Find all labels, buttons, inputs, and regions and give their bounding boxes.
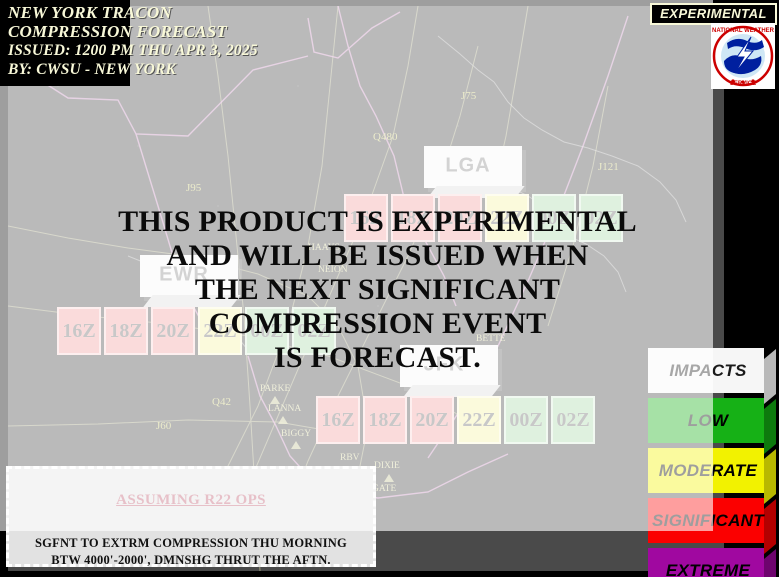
header-line-2: COMPRESSION FORECAST xyxy=(8,22,227,41)
time-cell-jfk-20z[interactable]: 20Z xyxy=(410,396,454,444)
map-label-lanna: LANNA xyxy=(268,404,302,414)
remarks-box: ASSUMING R22 OPS SGFNT TO EXTRM COMPRESS… xyxy=(6,466,376,567)
experimental-message: THIS PRODUCT IS EXPERIMENTAL AND WILL BE… xyxy=(0,205,755,375)
message-line-1: THIS PRODUCT IS EXPERIMENTAL xyxy=(118,205,637,238)
header-line-1: NEW YORK TRACON xyxy=(8,3,172,22)
nws-logo: NATIONAL WEATHER SERVICE xyxy=(711,23,775,89)
experimental-badge: EXPERIMENTAL xyxy=(650,3,777,25)
map-label-rbv: RBV xyxy=(340,453,360,463)
map-label-j75: J75 xyxy=(461,90,477,102)
time-cell-label: 16Z xyxy=(321,408,355,431)
map-label-q480: Q480 xyxy=(373,131,398,143)
header-title-block: NEW YORK TRACON COMPRESSION FORECAST ISS… xyxy=(8,3,258,79)
forecast-graphic: J75 Q480 J121 J95 HAAYS NEION BETTE Q42 … xyxy=(0,0,779,577)
message-line-4: COMPRESSION EVENT xyxy=(208,307,547,340)
legend-side xyxy=(764,448,776,505)
waypoint-triangle-icon xyxy=(291,441,301,449)
time-cell-jfk-22z[interactable]: 22Z xyxy=(457,396,501,444)
map-label-j60: J60 xyxy=(156,420,172,432)
remarks-line-1: SGFNT TO EXTRM COMPRESSION THU MORNING xyxy=(35,536,347,550)
map-label-parke: PARKE xyxy=(260,384,291,394)
time-cell-jfk-02z[interactable]: 02Z xyxy=(551,396,595,444)
time-cell-label: 00Z xyxy=(509,408,543,431)
map-label-dixie: DIXIE xyxy=(374,461,400,471)
impacts-legend-label-extreme: EXTREME xyxy=(665,560,751,577)
legend-side xyxy=(764,398,776,455)
nws-logo-graphic: NATIONAL WEATHER SERVICE xyxy=(711,23,775,89)
remarks-body: SGFNT TO EXTRM COMPRESSION THU MORNING B… xyxy=(9,535,373,569)
impacts-legend-row-low[interactable]: LOW xyxy=(648,398,776,455)
remarks-title: ASSUMING R22 OPS xyxy=(116,492,266,508)
header-line-4: BY: CWSU - NEW YORK xyxy=(8,61,177,78)
map-label-biggy: BIGGY xyxy=(281,429,312,439)
message-line-3: THE NEXT SIGNIFICANT xyxy=(194,273,561,306)
impacts-legend-row-significant[interactable]: SIGNIFICANT xyxy=(648,498,776,555)
time-cell-jfk-00z[interactable]: 00Z xyxy=(504,396,548,444)
time-cell-jfk-18z[interactable]: 18Z xyxy=(363,396,407,444)
map-label-j121: J121 xyxy=(598,161,619,173)
time-cell-jfk-16z[interactable]: 16Z xyxy=(316,396,360,444)
waypoint-triangle-icon xyxy=(384,474,394,482)
time-cell-label: 02Z xyxy=(556,408,590,431)
time-cell-label: 22Z xyxy=(462,408,496,431)
waypoint-triangle-icon xyxy=(278,416,288,424)
svg-text:NATIONAL WEATHER: NATIONAL WEATHER xyxy=(712,28,775,34)
impacts-legend-label-moderate: MODERATE xyxy=(658,460,758,480)
impacts-legend-row-moderate[interactable]: MODERATE xyxy=(648,448,776,505)
message-line-5: IS FORECAST. xyxy=(274,341,481,374)
time-strip-jfk: 16Z 18Z 20Z 22Z 00Z 02Z xyxy=(316,396,598,444)
header-line-3: ISSUED: 1200 PM THU APR 3, 2025 xyxy=(8,42,258,59)
remarks-line-2: BTW 4000'-2000', DMNSHG THRUT THE AFTN. xyxy=(51,553,331,567)
impacts-legend-label-significant: SIGNIFICANT xyxy=(652,510,764,530)
impacts-legend-row-extreme[interactable]: EXTREME xyxy=(648,548,776,577)
map-label-j95: J95 xyxy=(186,182,202,194)
map-label-q42: Q42 xyxy=(212,396,231,408)
waypoint-triangle-icon xyxy=(270,396,280,404)
time-cell-label: 18Z xyxy=(368,408,402,431)
impacts-legend-label-low: LOW xyxy=(687,410,729,430)
airport-code-lga: LGA xyxy=(445,154,491,177)
message-line-2: AND WILL BE ISSUED WHEN xyxy=(166,239,589,272)
legend-side xyxy=(764,548,776,577)
time-cell-label: 20Z xyxy=(415,408,449,431)
legend-side xyxy=(764,348,776,405)
legend-side xyxy=(764,498,776,555)
impacts-legend: IMPACTS LOW MODERATE SIGNIFICANT EXTREME xyxy=(648,348,776,577)
airport-label-lga[interactable]: LGA xyxy=(424,146,525,198)
